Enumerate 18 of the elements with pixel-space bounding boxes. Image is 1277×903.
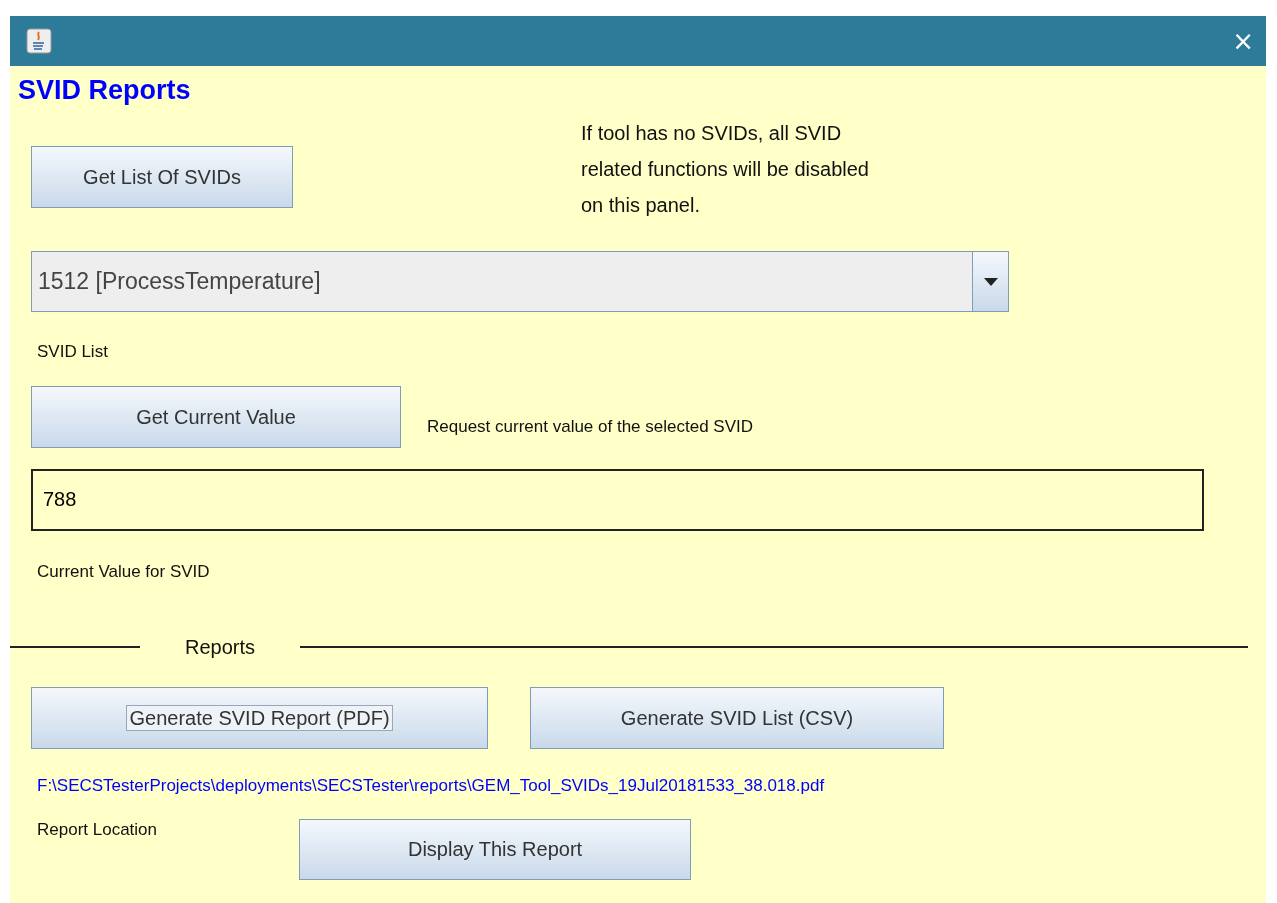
hint-text: Request current value of the selected SVID	[427, 416, 753, 438]
panel-title: SVID Reports	[18, 74, 192, 106]
value-field[interactable]: 788	[31, 468, 1204, 531]
report-path-link[interactable]: F:\SECSTesterProjects\deployments\SECSTester\reports\GEM_Tool_SVIDs_19Jul20181533_38.018.pdf	[37, 773, 1266, 799]
field-label: Report Location	[37, 818, 158, 841]
get-value-button[interactable]: Get Current Value	[31, 385, 401, 448]
generate-button[interactable]: Generate SVID Report (PDF)	[31, 687, 488, 749]
svid-dropdown[interactable]: 1512 [ProcessTemperature]	[31, 251, 1009, 312]
display-report-button[interactable]: Display This Report	[299, 818, 692, 880]
section-title: Reports	[185, 635, 256, 660]
info-text: If tool has no SVIDs, all SVID related functions will be disabled on this panel.	[581, 121, 870, 218]
field-label: Current Value for SVID	[37, 560, 211, 583]
field-label: SVID List	[37, 341, 109, 363]
java-icon	[26, 28, 52, 54]
caret-icon	[983, 277, 998, 286]
close-button[interactable]: ×	[1232, 28, 1254, 54]
generate-button[interactable]: Generate SVID List (CSV)	[530, 687, 944, 749]
get-list-button[interactable]: Get List Of SVIDs	[31, 146, 293, 208]
